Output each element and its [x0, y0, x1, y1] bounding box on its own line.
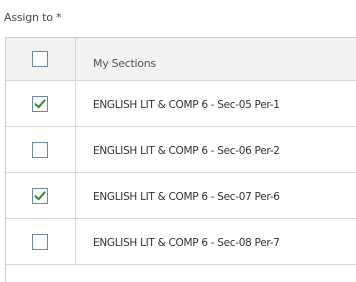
table-row[interactable]: ENGLISH LIT & COMP 6 - Sec-08 Per-7 [6, 219, 356, 265]
table-row[interactable]: ENGLISH LIT & COMP 6 - Sec-06 Per-2 [6, 127, 356, 173]
section-label: ENGLISH LIT & COMP 6 - Sec-06 Per-2 [93, 145, 280, 157]
check-icon [34, 191, 46, 201]
header-label: My Sections [93, 57, 156, 70]
check-icon [34, 99, 46, 109]
table-row[interactable]: ENGLISH LIT & COMP 6 - Sec-05 Per-1 [6, 81, 356, 127]
table-header-row: My Sections [6, 38, 356, 81]
row-check-cell [6, 81, 76, 126]
section-label: ENGLISH LIT & COMP 6 - Sec-08 Per-7 [93, 237, 280, 249]
section-checkbox[interactable] [32, 96, 48, 112]
section-label: ENGLISH LIT & COMP 6 - Sec-05 Per-1 [93, 99, 280, 111]
row-check-cell [6, 127, 76, 172]
row-check-cell [6, 219, 76, 264]
sections-table: My Sections ENGLISH LIT & COMP 6 - Sec-0… [5, 37, 356, 282]
assign-to-label: Assign to * [4, 11, 62, 24]
section-checkbox[interactable] [32, 234, 48, 250]
header-check-cell [6, 38, 76, 80]
row-check-cell [6, 173, 76, 218]
section-checkbox[interactable] [32, 142, 48, 158]
section-label: ENGLISH LIT & COMP 6 - Sec-07 Per-6 [93, 191, 280, 203]
section-checkbox[interactable] [32, 188, 48, 204]
table-row[interactable]: ENGLISH LIT & COMP 6 - Sec-07 Per-6 [6, 173, 356, 219]
select-all-checkbox[interactable] [32, 51, 48, 67]
